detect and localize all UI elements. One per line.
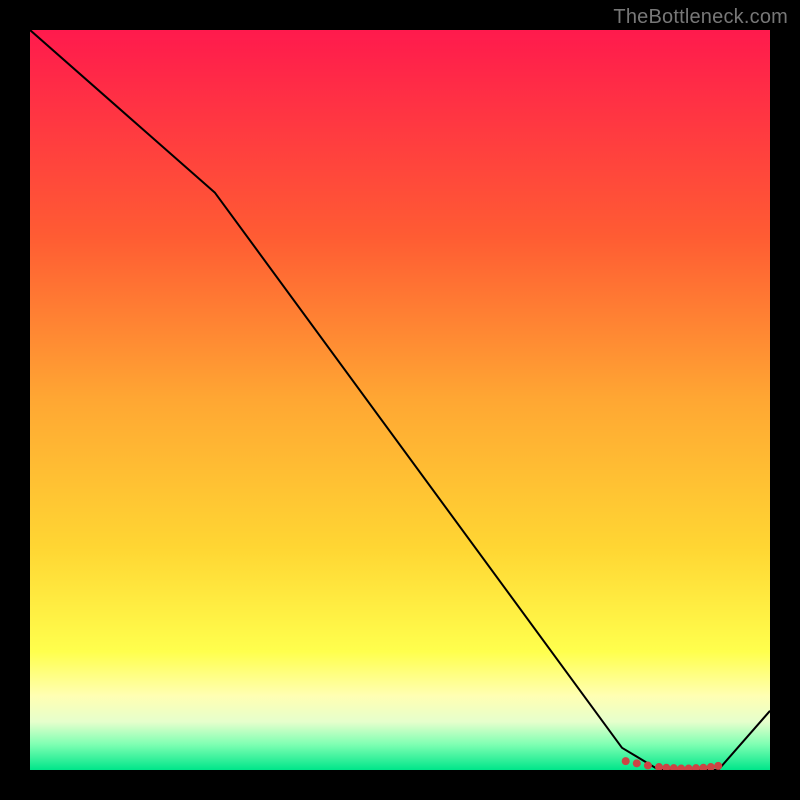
- marker-dot: [644, 762, 652, 770]
- gradient-background: [30, 30, 770, 770]
- chart-frame: TheBottleneck.com: [0, 0, 800, 800]
- marker-dot: [622, 757, 630, 765]
- plot-area: [30, 30, 770, 770]
- marker-dot: [633, 759, 641, 767]
- marker-dot: [714, 762, 722, 770]
- chart-svg: [30, 30, 770, 770]
- watermark-text: TheBottleneck.com: [613, 6, 788, 29]
